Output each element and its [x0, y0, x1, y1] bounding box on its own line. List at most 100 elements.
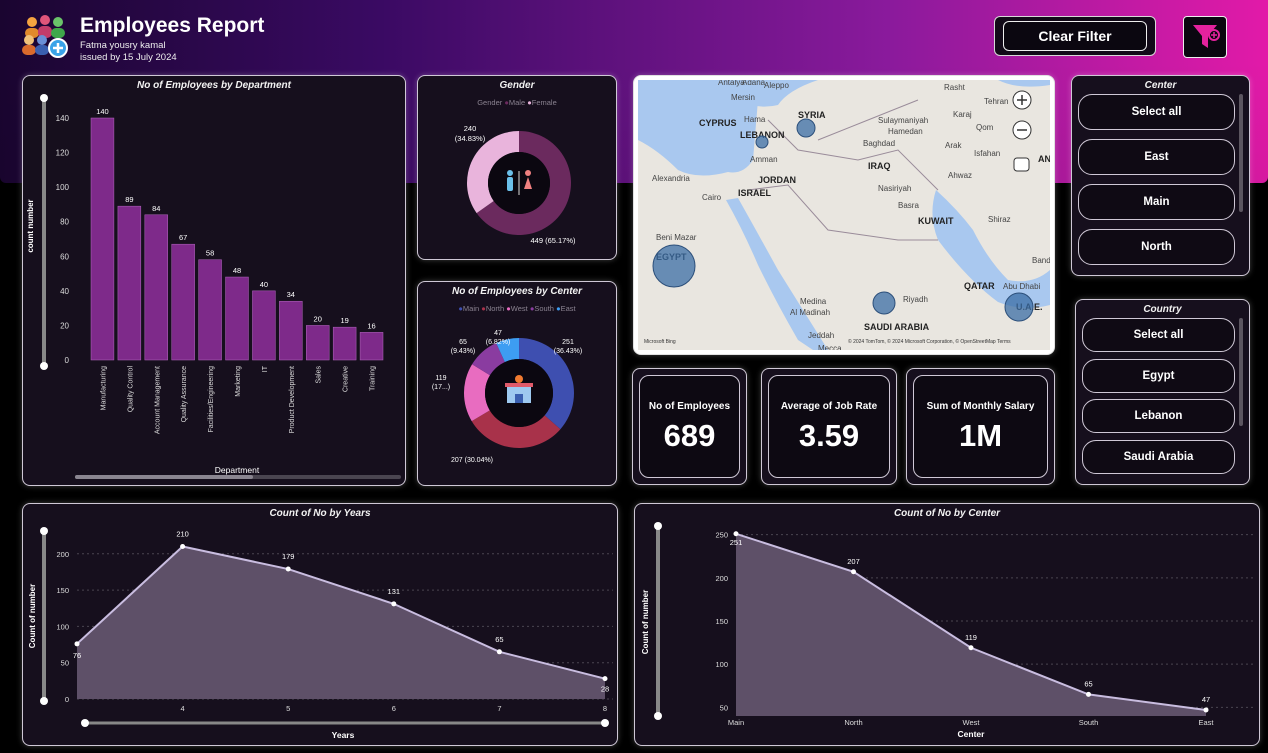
kpi-salary-card: Sum of Monthly Salary 1M	[906, 368, 1055, 485]
bar[interactable]	[332, 326, 357, 361]
x-tick-label: South	[1079, 718, 1099, 727]
south-value-label: 65	[459, 339, 467, 346]
bar[interactable]	[198, 259, 222, 361]
point-value-label: 47	[1202, 695, 1210, 704]
center-option-select-all[interactable]: Select all	[1078, 94, 1235, 130]
filter-funnel-button[interactable]	[1183, 16, 1227, 58]
kpi-employees-label: No of Employees	[648, 401, 731, 412]
x-tick-label: 6	[392, 704, 396, 713]
data-point[interactable]	[1203, 707, 1209, 713]
bar[interactable]	[171, 243, 195, 361]
area-fill	[77, 546, 605, 699]
kpi-salary-value: 1M	[958, 418, 1003, 453]
data-point[interactable]	[602, 676, 608, 682]
data-point[interactable]	[851, 569, 856, 575]
x-slider-handle-left[interactable]	[81, 719, 89, 727]
y-slider-handle-top[interactable]	[40, 527, 48, 535]
map-bubble[interactable]	[755, 135, 769, 149]
bar[interactable]	[279, 300, 303, 361]
map-select-button[interactable]	[1013, 157, 1030, 172]
kpi-job-rate-card: Average of Job Rate 3.59	[761, 368, 897, 485]
bar[interactable]	[225, 276, 249, 361]
map-place-label: Mersin	[731, 93, 755, 102]
map-place-label: Amman	[750, 155, 778, 164]
bar[interactable]	[117, 205, 142, 361]
main-value-label: 251	[562, 339, 574, 346]
issued-date: issued by 15 July 2024	[80, 52, 177, 63]
map-bubble[interactable]	[872, 291, 896, 315]
bar-value-label: 19	[340, 316, 348, 325]
point-value-label: 207	[847, 557, 860, 566]
y-slider-handle-bottom[interactable]	[40, 697, 48, 705]
bar[interactable]	[252, 290, 276, 361]
country-option-select-all[interactable]: Select all	[1082, 318, 1235, 352]
clear-filter-button[interactable]: Clear Filter	[994, 16, 1156, 56]
country-slicer-scrollbar[interactable]	[1239, 318, 1243, 426]
x-axis-label: Department	[215, 465, 260, 475]
y-tick-label: 200	[56, 550, 69, 559]
x-scrollbar-thumb[interactable]	[75, 475, 253, 479]
x-slider-handle-right[interactable]	[601, 719, 609, 727]
map-place-label: Riyadh	[903, 295, 928, 304]
report-title: Employees Report	[80, 14, 265, 37]
x-axis-label: Years	[332, 730, 355, 740]
bar-value-label: 20	[314, 314, 322, 323]
data-point[interactable]	[391, 601, 397, 607]
dept-bar-chart: count number 0 20 40 60 80 100 120 140 140 Manufac…	[26, 94, 401, 479]
category-label: Sales	[316, 366, 323, 384]
y-slider-handle-top[interactable]	[654, 522, 662, 530]
data-point[interactable]	[180, 544, 186, 550]
center-option-main[interactable]: Main	[1078, 184, 1235, 220]
category-label: Creative	[343, 366, 350, 392]
data-point[interactable]	[285, 566, 291, 572]
y-tick-label: 20	[60, 321, 69, 330]
map-place-label: Hamedan	[888, 127, 923, 136]
data-point[interactable]	[968, 645, 974, 651]
map-place-label: Cairo	[702, 193, 722, 202]
y-slider-handle-bottom[interactable]	[40, 362, 48, 370]
map-bubble[interactable]	[1004, 292, 1034, 322]
y-slider-handle-bottom[interactable]	[654, 712, 662, 720]
y-tick-label: 0	[65, 356, 70, 365]
country-option-lebanon[interactable]: Lebanon	[1082, 399, 1235, 433]
y-tick-label: 100	[715, 660, 728, 669]
bar[interactable]	[144, 214, 168, 361]
category-label: Facilities/Engineering	[208, 366, 215, 433]
country-option-egypt[interactable]: Egypt	[1082, 359, 1235, 393]
map-place-label: Isfahan	[974, 149, 1000, 158]
bar[interactable]	[359, 332, 384, 361]
east-percent-label: (6.82%)	[486, 339, 511, 346]
center-slicer-scrollbar[interactable]	[1239, 94, 1243, 212]
data-point[interactable]	[74, 641, 80, 647]
south-percent-label: (9.43%)	[451, 348, 476, 355]
country-slicer: Country Select all Egypt Lebanon Saudi A…	[1075, 299, 1250, 485]
data-point[interactable]	[1086, 691, 1091, 697]
category-label: Manufacturing	[100, 366, 107, 410]
map-view[interactable]: AntalyaAdanaAleppoMersinRashtTehranHama S…	[638, 80, 1050, 350]
main-percent-label: (36.43%)	[554, 348, 582, 355]
kpi-job-rate-value: 3.59	[798, 418, 860, 453]
map-bubble[interactable]	[796, 118, 816, 138]
funnel-icon	[1193, 25, 1220, 48]
category-label: Marketing	[235, 366, 242, 397]
center-option-east[interactable]: East	[1078, 139, 1235, 175]
center-option-north[interactable]: North	[1078, 229, 1235, 265]
data-point[interactable]	[496, 649, 502, 655]
map-place-label: Al Madinah	[790, 308, 830, 317]
bar-value-label: 89	[125, 195, 133, 204]
map-place-label: Ahwaz	[948, 171, 972, 180]
y-slider-handle-top[interactable]	[40, 94, 48, 102]
point-value-label: 179	[282, 552, 295, 561]
kpi-salary-label: Sum of Monthly Salary	[926, 401, 1035, 412]
kpi-employees-card: No of Employees 689	[632, 368, 747, 485]
kpi-job-rate-label: Average of Job Rate	[780, 401, 878, 412]
map-place-label: Adana	[742, 80, 766, 87]
bar[interactable]	[306, 325, 330, 361]
point-value-label: 76	[73, 651, 81, 660]
data-point[interactable]	[733, 531, 739, 537]
map-place-label: QATAR	[964, 281, 995, 291]
country-option-saudi-arabia[interactable]: Saudi Arabia	[1082, 440, 1235, 474]
map-bubble[interactable]	[652, 244, 696, 288]
country-slicer-title: Country	[1143, 304, 1182, 315]
bar[interactable]	[90, 117, 115, 361]
